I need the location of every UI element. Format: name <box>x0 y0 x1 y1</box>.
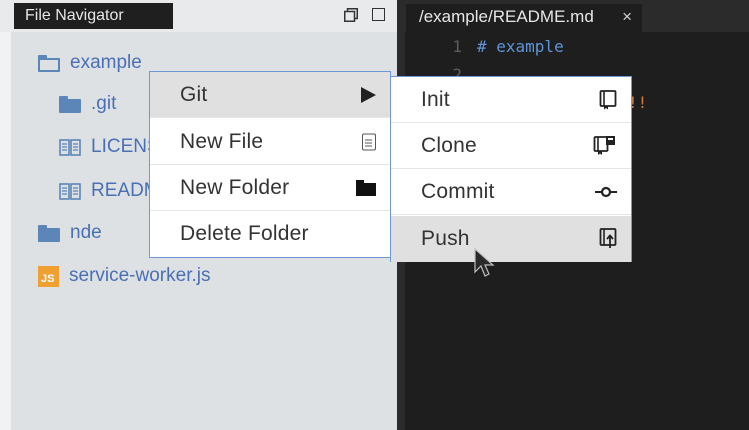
book-icon <box>59 182 81 200</box>
menu-item-delete-folder[interactable]: Delete Folder <box>150 211 390 257</box>
maximize-icon[interactable] <box>372 8 385 21</box>
file-navigator-header: File Navigator <box>0 0 397 32</box>
menu-item-new-folder[interactable]: New Folder <box>150 165 390 211</box>
menu-item-clone[interactable]: Clone <box>391 123 631 169</box>
folder-icon <box>356 179 376 196</box>
menu-item-push[interactable]: Push <box>391 216 631 262</box>
menu-item-label: Clone <box>421 133 477 157</box>
menu-item-label: Git <box>180 82 208 106</box>
repo-push-icon <box>599 228 617 248</box>
context-menu: Git New File New Folder Delete Folder <box>149 71 391 258</box>
menu-item-commit[interactable]: Commit <box>391 169 631 215</box>
tree-item-nde[interactable]: nde <box>38 220 102 246</box>
mouse-cursor-icon <box>474 248 495 277</box>
menu-item-new-file[interactable]: New File <box>150 119 390 165</box>
file-icon <box>362 133 376 150</box>
repo-init-icon <box>599 89 617 109</box>
file-navigator-tab[interactable]: File Navigator <box>14 3 173 29</box>
tree-item-label: .git <box>91 93 117 114</box>
submenu-arrow-icon <box>361 86 376 103</box>
commit-icon <box>595 186 617 197</box>
menu-item-label: New File <box>180 129 264 153</box>
menu-item-git[interactable]: Git <box>150 72 390 118</box>
menu-item-label: New Folder <box>180 175 290 199</box>
tree-item-git[interactable]: .git <box>59 91 116 117</box>
book-icon <box>59 138 81 156</box>
menu-item-init[interactable]: Init <box>391 77 631 123</box>
editor-tab-title: /example/README.md <box>419 7 594 26</box>
repo-clone-icon <box>593 135 615 155</box>
line-number: 1 <box>452 37 462 56</box>
tree-item-label: service-worker.js <box>69 265 211 286</box>
tree-item-service-worker[interactable]: JS service-worker.js <box>38 263 210 289</box>
folder-icon <box>59 95 81 113</box>
tree-item-label: nde <box>70 222 102 243</box>
folder-open-icon <box>38 54 60 72</box>
tree-item-example[interactable]: example <box>38 50 142 76</box>
git-submenu: Init Clone Commit Push <box>390 76 632 262</box>
folder-icon <box>38 224 60 242</box>
navigator-gutter <box>0 32 11 430</box>
float-window-icon[interactable] <box>344 8 358 22</box>
menu-item-label: Init <box>421 87 450 111</box>
js-file-icon: JS <box>38 265 59 287</box>
menu-item-label: Commit <box>421 179 495 203</box>
menu-item-label: Push <box>421 227 470 250</box>
code-line[interactable]: # example <box>477 37 564 56</box>
menu-item-label: Delete Folder <box>180 222 309 245</box>
tree-item-label: example <box>70 52 142 73</box>
editor-tab-readme[interactable]: /example/README.md × <box>406 4 642 32</box>
close-icon[interactable]: × <box>622 4 632 30</box>
